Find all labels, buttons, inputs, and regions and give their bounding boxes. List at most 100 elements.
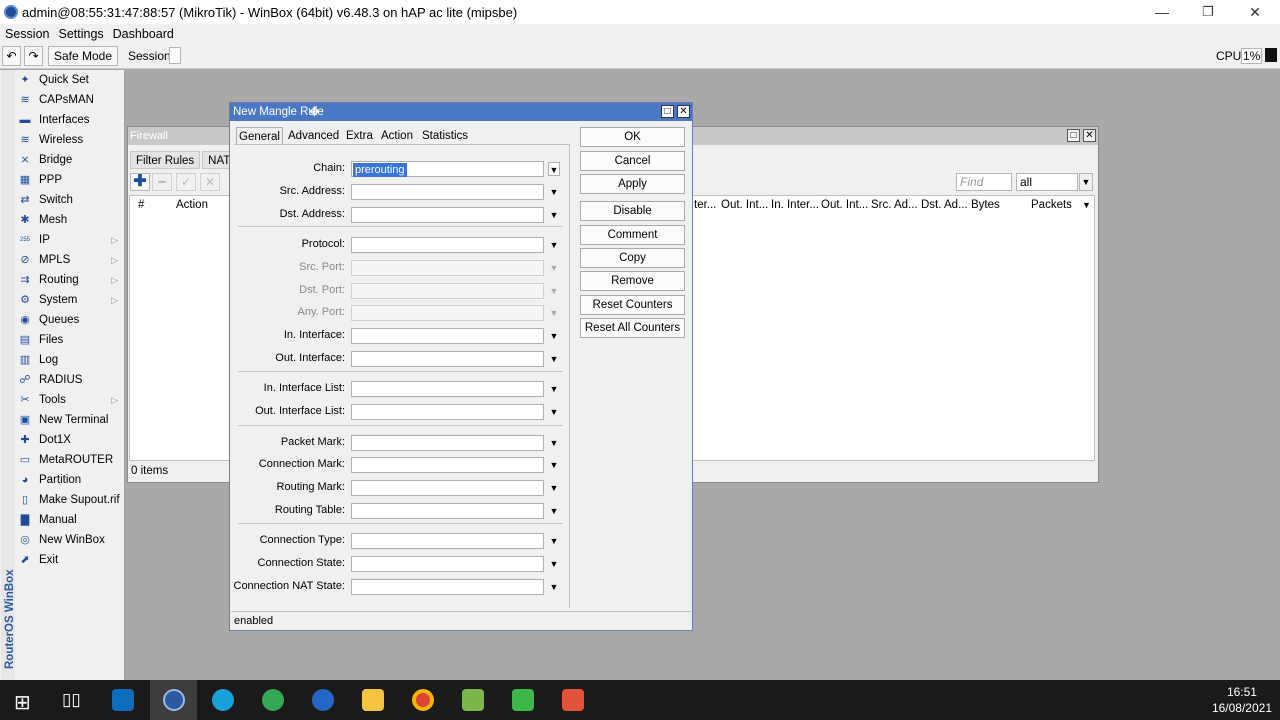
connection-type-dropdown-icon[interactable]: ▼ — [548, 534, 560, 548]
find-input[interactable]: Find — [956, 173, 1012, 191]
sidebar-item-queues[interactable]: ◉ Queues — [16, 310, 124, 330]
connection-mark-dropdown-icon[interactable]: ▼ — [548, 458, 560, 472]
tab-action[interactable]: Action — [381, 127, 413, 145]
protocol-dropdown-icon[interactable]: ▼ — [548, 238, 560, 252]
out-interface-dropdown-icon[interactable]: ▼ — [548, 352, 560, 366]
menu-dashboard[interactable]: Dashboard — [113, 27, 174, 41]
connection-type-field[interactable] — [351, 533, 544, 549]
apply-button[interactable]: Apply — [580, 174, 685, 194]
chrome-icon[interactable] — [412, 689, 434, 711]
column-in-interface-list[interactable]: In. Inter... — [771, 197, 819, 214]
connection-mark-field[interactable] — [351, 457, 544, 473]
in-interface-field[interactable] — [351, 328, 544, 344]
in-interface-dropdown-icon[interactable]: ▼ — [548, 329, 560, 343]
edge-dev-icon[interactable] — [312, 689, 334, 711]
start-icon[interactable]: ⊞ — [14, 690, 31, 715]
firewall-close-icon[interactable]: ✕ — [1083, 129, 1096, 142]
routing-table-field[interactable] — [351, 503, 544, 519]
connection-nat-state-field[interactable] — [351, 579, 544, 595]
restore-button[interactable]: ❐ — [1185, 0, 1231, 24]
sidebar-item-bridge[interactable]: ⨯ Bridge — [16, 150, 124, 170]
sidebar-item-quick-set[interactable]: ✦ Quick Set — [16, 70, 124, 90]
in-interface-list-dropdown-icon[interactable]: ▼ — [548, 382, 560, 396]
sidebar-item-mesh[interactable]: ✱ Mesh — [16, 210, 124, 230]
dst-address-dropdown-icon[interactable]: ▼ — [548, 208, 560, 222]
cancel-button[interactable]: Cancel — [580, 151, 685, 171]
column-action[interactable]: Action — [176, 197, 208, 214]
column-out-interface[interactable]: Out. Int... — [721, 197, 768, 214]
tab-advanced[interactable]: Advanced — [288, 127, 339, 145]
chain-dropdown-icon[interactable]: ▼ — [548, 162, 560, 176]
protocol-field[interactable] — [351, 237, 544, 253]
file-explorer-icon[interactable] — [362, 689, 384, 711]
winbox-app-icon[interactable] — [163, 689, 185, 711]
sidebar-item-files[interactable]: ▤ Files — [16, 330, 124, 350]
dst-port-dropdown-icon[interactable]: ▼ — [548, 284, 560, 298]
menu-session[interactable]: Session — [5, 27, 49, 41]
packet-mark-field[interactable] — [351, 435, 544, 451]
sidebar-item-switch[interactable]: ⇄ Switch — [16, 190, 124, 210]
dst-port-field[interactable] — [351, 283, 544, 299]
sidebar-item-manual[interactable]: ▇ Manual — [16, 510, 124, 530]
packet-mark-dropdown-icon[interactable]: ▼ — [548, 436, 560, 450]
column-number[interactable]: # — [138, 197, 144, 214]
column-dst-address[interactable]: Dst. Ad... — [921, 197, 968, 214]
sidebar-item-partition[interactable]: ◕ Partition — [16, 470, 124, 490]
src-address-dropdown-icon[interactable]: ▼ — [548, 185, 560, 199]
connection-state-dropdown-icon[interactable]: ▼ — [548, 557, 560, 571]
redo-icon[interactable]: ↷ — [24, 46, 43, 66]
enable-icon[interactable]: ✓ — [176, 173, 196, 191]
src-port-dropdown-icon[interactable]: ▼ — [548, 261, 560, 275]
copy-button[interactable]: Copy — [580, 248, 685, 268]
tab-general[interactable]: General — [236, 127, 283, 145]
safe-mode-button[interactable]: Safe Mode — [48, 46, 118, 66]
notepad-icon[interactable] — [462, 689, 484, 711]
out-interface-list-field[interactable] — [351, 404, 544, 420]
undo-icon[interactable]: ↶ — [2, 46, 21, 66]
dialog-maximize-icon[interactable]: □ — [661, 105, 674, 118]
sidebar-item-wireless[interactable]: ≋ Wireless — [16, 130, 124, 150]
chat-icon[interactable] — [262, 689, 284, 711]
sidebar-item-mpls[interactable]: ⊘ MPLS ▷ — [16, 250, 124, 270]
tab-filter-rules[interactable]: Filter Rules — [130, 151, 201, 169]
any-port-dropdown-icon[interactable]: ▼ — [548, 306, 560, 320]
filter-select[interactable]: all — [1016, 173, 1078, 191]
column-bytes[interactable]: Bytes — [971, 197, 1000, 214]
column-chooser-icon[interactable]: ▼ — [1082, 197, 1091, 214]
remove-button[interactable]: Remove — [580, 271, 685, 291]
camtasia-red-icon[interactable] — [562, 689, 584, 711]
outlook-icon[interactable] — [112, 689, 134, 711]
minimize-button[interactable]: — — [1139, 0, 1185, 24]
chain-field[interactable]: prerouting — [351, 161, 544, 177]
column-in-interface[interactable]: ter... — [694, 197, 716, 214]
menu-settings[interactable]: Settings — [58, 27, 103, 41]
sidebar-item-metarouter[interactable]: ▭ MetaROUTER — [16, 450, 124, 470]
dst-address-field[interactable] — [351, 207, 544, 223]
sidebar-item-system[interactable]: ⚙ System ▷ — [16, 290, 124, 310]
routing-mark-field[interactable] — [351, 480, 544, 496]
tab-extra[interactable]: Extra — [346, 127, 373, 145]
sidebar-item-capsman[interactable]: ≋ CAPsMAN — [16, 90, 124, 110]
in-interface-list-field[interactable] — [351, 381, 544, 397]
sidebar-item-interfaces[interactable]: ▬ Interfaces — [16, 110, 124, 130]
camtasia-green-icon[interactable] — [512, 689, 534, 711]
sidebar-item-tools[interactable]: ✂ Tools ▷ — [16, 390, 124, 410]
tab-statistics[interactable]: Statistics — [422, 127, 468, 145]
sidebar-item-ip[interactable]: 255 IP ▷ — [16, 230, 124, 250]
reset-counters-button[interactable]: Reset Counters — [580, 295, 685, 315]
sidebar-item-routing[interactable]: ⇉ Routing ▷ — [16, 270, 124, 290]
column-out-interface-list[interactable]: Out. Int... — [821, 197, 868, 214]
system-clock[interactable]: 16:51 16/08/2021 — [1212, 684, 1272, 716]
session-field[interactable] — [169, 47, 181, 64]
firewall-maximize-icon[interactable]: □ — [1067, 129, 1080, 142]
column-packets[interactable]: Packets — [1031, 197, 1072, 214]
out-interface-field[interactable] — [351, 351, 544, 367]
edge-icon[interactable] — [212, 689, 234, 711]
sidebar-item-log[interactable]: ▥ Log — [16, 350, 124, 370]
reset-all-counters-button[interactable]: Reset All Counters — [580, 318, 685, 338]
sidebar-item-new-terminal[interactable]: ▣ New Terminal — [16, 410, 124, 430]
any-port-field[interactable] — [351, 305, 544, 321]
connection-state-field[interactable] — [351, 556, 544, 572]
sidebar-item-radius[interactable]: ☍ RADIUS — [16, 370, 124, 390]
sidebar-item-dot1x[interactable]: ✚ Dot1X — [16, 430, 124, 450]
